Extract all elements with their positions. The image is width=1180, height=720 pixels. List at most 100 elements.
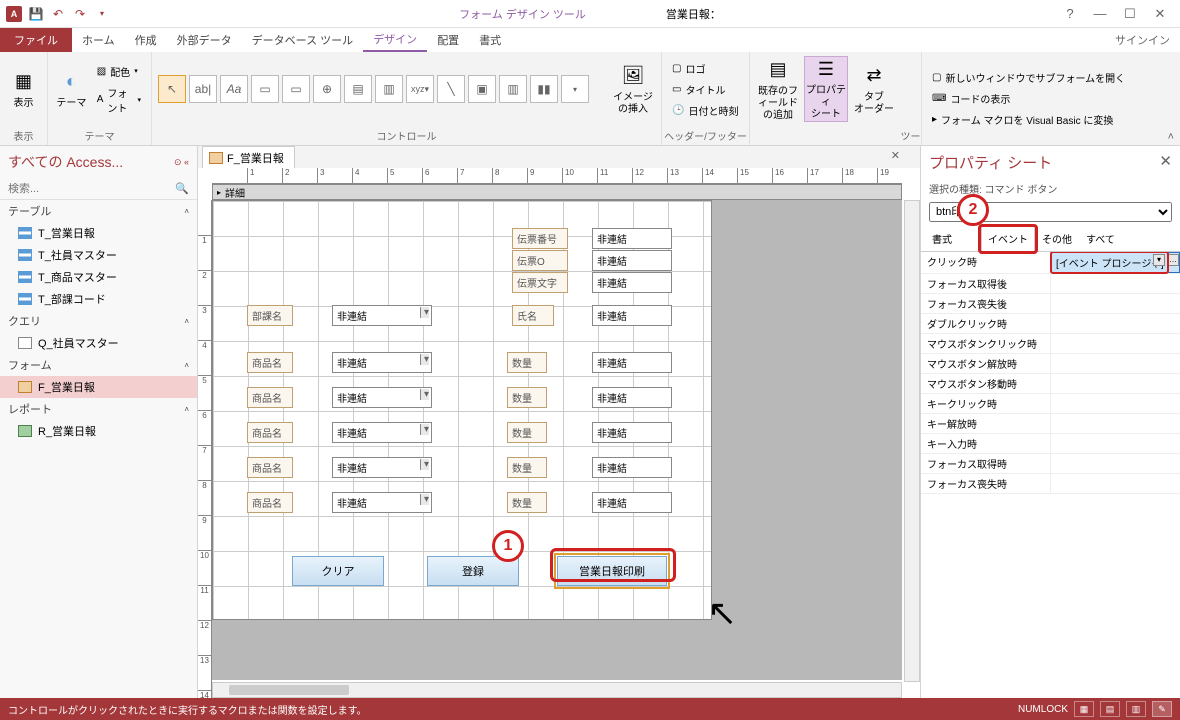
nav-section-tables[interactable]: テーブル˄ [0,200,197,222]
property-row[interactable]: キー解放時 [921,414,1180,434]
tab-order-button[interactable]: ⇄タブ オーダー [852,56,896,122]
nav-section-queries[interactable]: クエリ˄ [0,310,197,332]
signin-link[interactable]: サインイン [1105,28,1180,52]
textbox-qty[interactable]: 非連結 [592,352,672,373]
button-tool-icon[interactable]: ▭ [251,75,279,103]
property-row[interactable]: マウスボタンクリック時 [921,334,1180,354]
property-row[interactable]: マウスボタン移動時 [921,374,1180,394]
textbox-slip-no[interactable]: 非連結 [592,228,672,249]
search-icon[interactable]: 🔍 [175,182,189,195]
list-tool-icon[interactable]: ▥ [499,75,527,103]
tab-design[interactable]: デザイン [363,28,427,52]
textbox-name[interactable]: 非連結 [592,305,672,326]
property-value[interactable] [1051,354,1180,373]
ps-tab-other[interactable]: その他 [1035,226,1079,251]
combo-product[interactable]: 非連結 [332,492,432,513]
clear-button-control[interactable]: クリア [292,556,384,586]
combo-product[interactable]: 非連結 [332,457,432,478]
nav-item-query[interactable]: Q_社員マスター [0,332,197,354]
object-tab[interactable]: F_営業日報 [202,146,295,168]
view-design-icon[interactable]: ✎ [1152,701,1172,717]
nav-header[interactable]: すべての Access... ⊙ « [0,146,197,178]
title-button[interactable]: ▭タイトル [668,80,742,99]
select-tool-icon[interactable]: ↖ [158,75,186,103]
ps-tab-all[interactable]: すべて [1079,226,1122,251]
property-sheet-button[interactable]: ☰プロパティ シート [804,56,848,122]
close-tab-icon[interactable]: ✕ [891,149,900,162]
combo-tool-icon[interactable]: xyz▾ [406,75,434,103]
property-value[interactable] [1051,454,1180,473]
convert-button[interactable]: ▸フォーム マクロを Visual Basic に変換 [928,110,1129,129]
tab-create[interactable]: 作成 [125,28,167,52]
label-qty[interactable]: 数量 [507,387,547,408]
property-value[interactable] [1051,434,1180,453]
view-form-icon[interactable]: ▦ [1074,701,1094,717]
maximize-button[interactable]: ☐ [1120,4,1140,24]
label-dept[interactable]: 部課名 [247,305,293,326]
property-value[interactable] [1051,294,1180,313]
nav-section-forms[interactable]: フォーム˄ [0,354,197,376]
tab-arrange[interactable]: 配置 [427,28,469,52]
vertical-scrollbar[interactable] [904,200,920,682]
link-tool-icon[interactable]: ⊕ [313,75,341,103]
property-row[interactable]: フォーカス取得時 [921,454,1180,474]
label-product[interactable]: 商品名 [247,387,293,408]
tab-home[interactable]: ホーム [72,28,125,52]
view-button[interactable]: ▦表示 [6,56,41,122]
label-qty[interactable]: 数量 [507,422,547,443]
help-button[interactable]: ? [1060,4,1080,24]
view-layout-icon[interactable]: ▥ [1126,701,1146,717]
close-property-icon[interactable]: ✕ [1159,152,1172,173]
property-row[interactable]: クリック時[イベント プロシージャ]▾… [921,252,1180,274]
nav-section-reports[interactable]: レポート˄ [0,398,197,420]
property-row[interactable]: キー入力時 [921,434,1180,454]
textbox-slip-o[interactable]: 非連結 [592,250,672,271]
theme-button[interactable]: ◐テーマ [54,56,89,122]
property-value[interactable]: [イベント プロシージャ]▾… [1051,252,1180,273]
horizontal-scrollbar[interactable] [212,682,902,698]
label-product[interactable]: 商品名 [247,352,293,373]
search-input[interactable] [8,183,171,195]
label-product[interactable]: 商品名 [247,492,293,513]
close-button[interactable]: ✕ [1150,4,1170,24]
property-row[interactable]: キークリック時 [921,394,1180,414]
minimize-button[interactable]: — [1090,4,1110,24]
toggle-tool-icon[interactable]: ▣ [468,75,496,103]
property-row[interactable]: フォーカス取得後 [921,274,1180,294]
label-tool-icon[interactable]: Aa [220,75,248,103]
chart-tool-icon[interactable]: ▮▮ [530,75,558,103]
label-qty[interactable]: 数量 [507,492,547,513]
scrollbar-thumb[interactable] [229,685,349,695]
nav-item-report[interactable]: R_営業日報 [0,420,197,442]
tab-dbtools[interactable]: データベース ツール [242,28,364,52]
textbox-qty[interactable]: 非連結 [592,492,672,513]
file-tab[interactable]: ファイル [0,28,72,52]
design-grid[interactable]: 伝票番号 非連結 伝票O 非連結 伝票文字 非連結 部課名 非連結 氏名 非連結… [212,200,902,680]
property-row[interactable]: フォーカス喪失後 [921,294,1180,314]
tab-external[interactable]: 外部データ [167,28,242,52]
redo-icon[interactable]: ↷ [70,4,90,24]
more-controls-icon[interactable]: ▾ [561,75,589,103]
nav-item-table[interactable]: T_部課コード [0,288,197,310]
property-value[interactable] [1051,414,1180,433]
logo-button[interactable]: ▢ロゴ [668,59,742,78]
colors-button[interactable]: ▧配色▾ [93,62,145,81]
save-icon[interactable]: 💾 [26,4,46,24]
textbox-qty[interactable]: 非連結 [592,422,672,443]
ps-tab-event[interactable]: イベント [981,226,1035,252]
combo-dept[interactable]: 非連結 [332,305,432,326]
property-row[interactable]: マウスボタン解放時 [921,354,1180,374]
nav-item-form[interactable]: F_営業日報 [0,376,197,398]
detail-section-bar[interactable]: 詳細 [212,184,902,200]
property-value[interactable] [1051,374,1180,393]
label-product[interactable]: 商品名 [247,457,293,478]
ps-tab-format[interactable]: 書式 [925,226,959,251]
existing-fields-button[interactable]: ▤既存のフィールド の追加 [756,56,800,122]
insert-image-button[interactable]: 🖼イメージ の挿入 [611,56,655,122]
label-name[interactable]: 氏名 [512,305,554,326]
datetime-button[interactable]: 🕒日付と時刻 [668,101,742,120]
viewcode-button[interactable]: ⌨コードの表示 [928,89,1129,108]
property-value[interactable] [1051,314,1180,333]
textbox-tool-icon[interactable]: ab| [189,75,217,103]
label-qty[interactable]: 数量 [507,352,547,373]
